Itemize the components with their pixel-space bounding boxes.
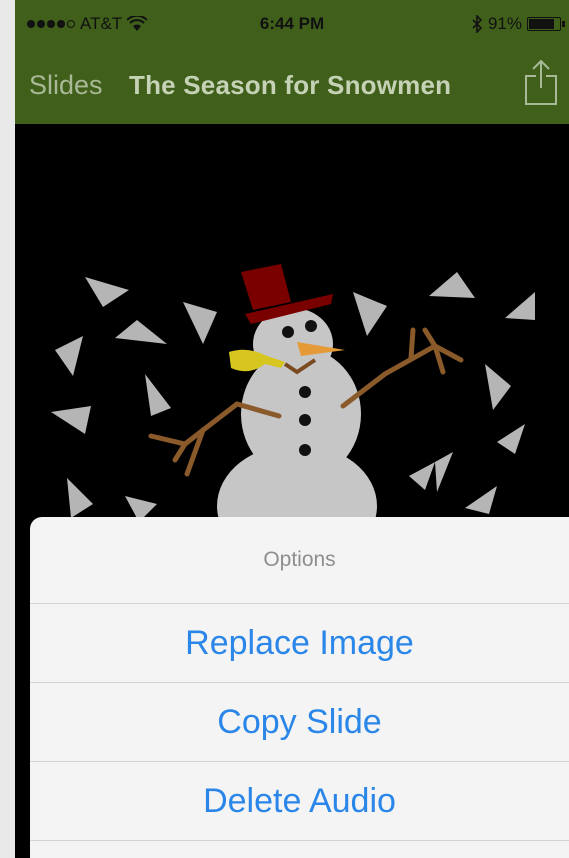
status-bar: AT&T 6:44 PM 91% [15,0,569,46]
slide-image [15,124,569,544]
copy-slide-button[interactable]: Copy Slide [30,683,569,762]
share-icon[interactable] [523,58,559,106]
action-sheet-title: Options [30,517,569,604]
page-title: The Season for Snowmen [129,70,452,100]
battery-percent: 91% [487,14,522,33]
status-right: 91% [471,14,565,34]
battery-fill [529,19,554,29]
back-button[interactable]: Slides [29,70,103,101]
battery-icon [527,17,565,31]
delete-audio-button[interactable]: Delete Audio [30,762,569,841]
replace-image-button[interactable]: Replace Image [30,604,569,683]
navigation-bar: Slides The Season for Snowmen [15,46,569,124]
phone-screen: AT&T 6:44 PM 91% Slides The Season for S… [15,0,569,858]
options-action-sheet: Options Replace Image Copy Slide Delete … [30,517,569,858]
bluetooth-icon [472,15,483,33]
